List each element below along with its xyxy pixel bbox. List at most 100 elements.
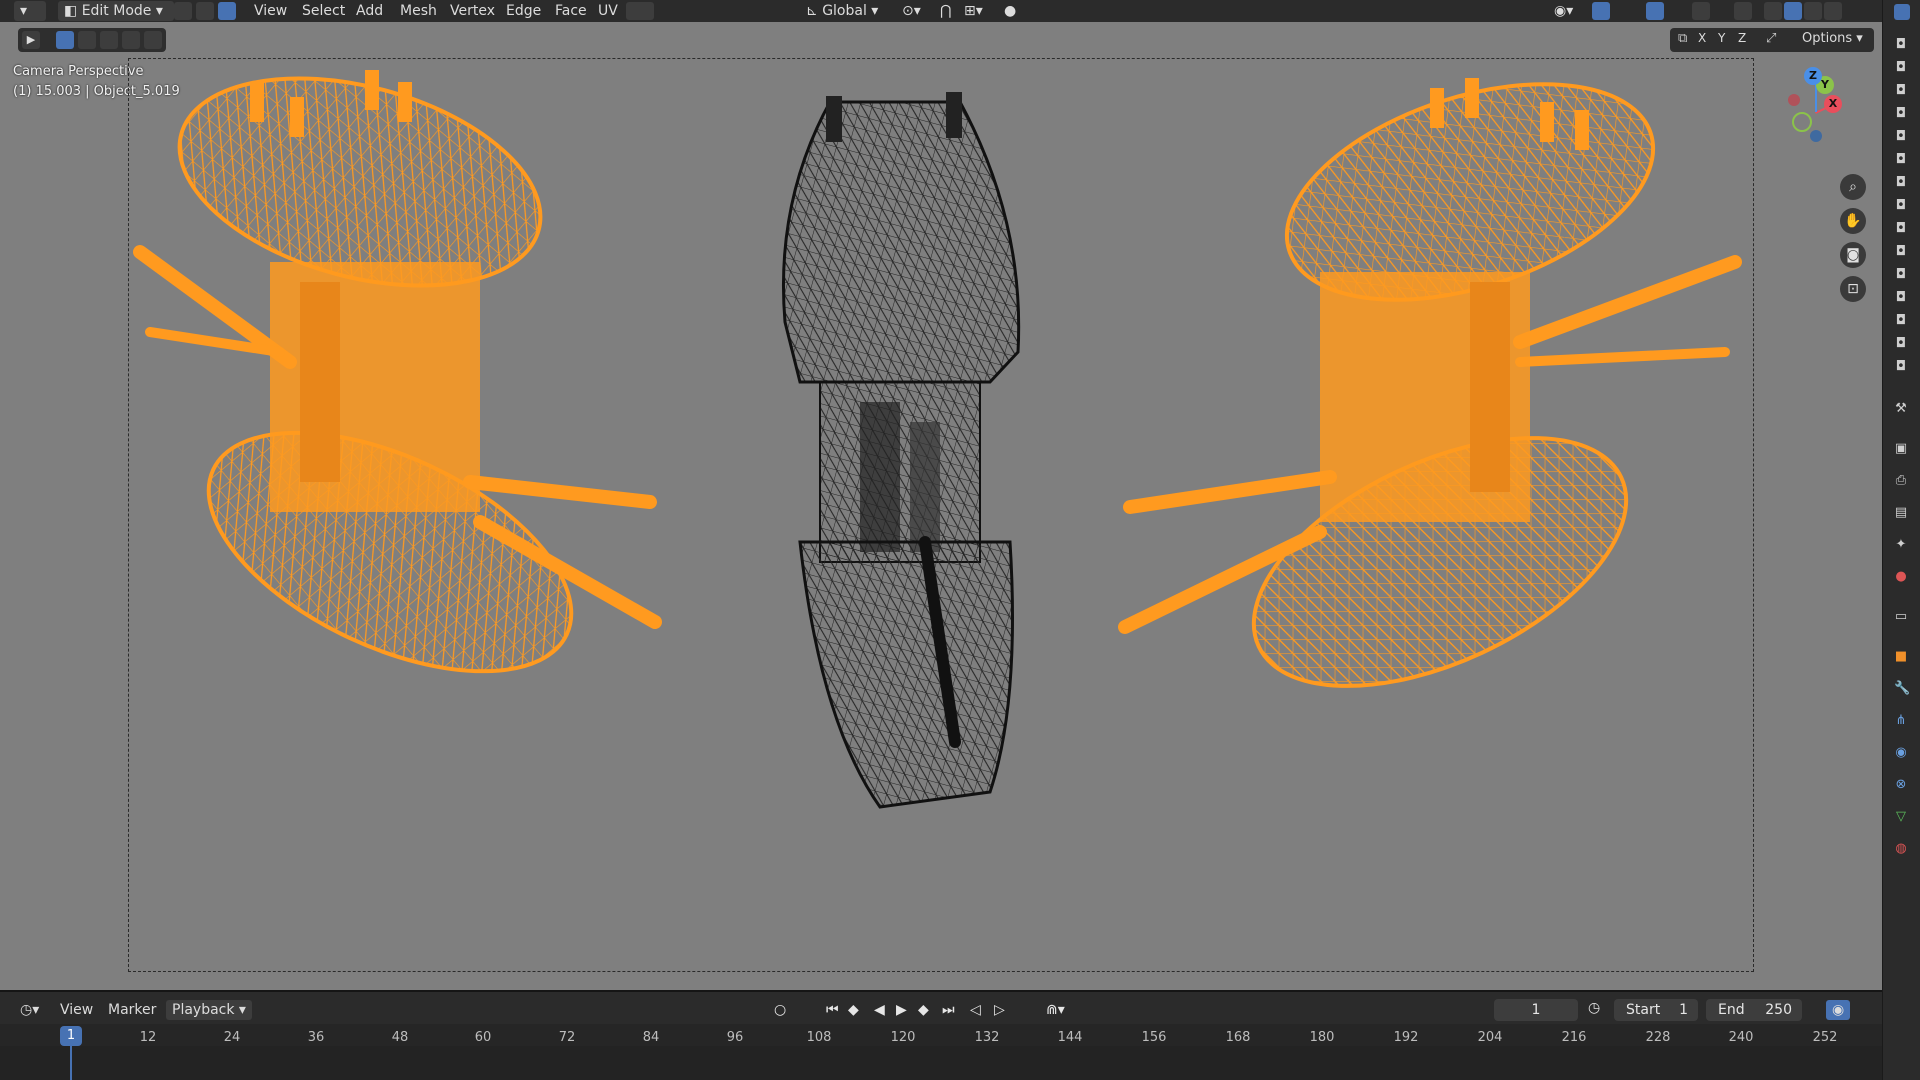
- shading-wireframe-icon[interactable]: [1764, 2, 1782, 20]
- shading-material-icon[interactable]: [1804, 2, 1822, 20]
- timeline-menu-view[interactable]: View: [54, 1000, 99, 1020]
- timeline-editor-icon[interactable]: ◷▾: [14, 1000, 45, 1020]
- zoom-icon[interactable]: ⌕: [1840, 174, 1866, 200]
- scene-properties-icon[interactable]: ✦: [1894, 538, 1908, 552]
- render-properties-icon[interactable]: ▣: [1894, 442, 1908, 456]
- start-frame-field[interactable]: Start 1: [1614, 999, 1698, 1021]
- jump-next-key-icon[interactable]: ◆: [918, 1002, 929, 1018]
- mode-select[interactable]: ◧ Edit Mode ▾: [58, 1, 174, 21]
- camera-item-icon[interactable]: ◘: [1894, 245, 1908, 259]
- editor-type-button[interactable]: ▾: [14, 1, 46, 21]
- pivot-point-icon[interactable]: ⊙▾: [896, 1, 927, 21]
- camera-item-icon[interactable]: ◘: [1894, 222, 1908, 236]
- clock-icon[interactable]: ◷: [1588, 1000, 1600, 1016]
- shading-rendered-icon[interactable]: [1824, 2, 1842, 20]
- unselected-object-center[interactable]: [782, 92, 1021, 809]
- mesh-edit-overlay-icon[interactable]: [1692, 2, 1710, 20]
- world-properties-icon[interactable]: ●: [1894, 570, 1908, 584]
- play-reverse-icon[interactable]: ◀: [874, 1002, 885, 1018]
- camera-item-icon[interactable]: ◘: [1894, 268, 1908, 282]
- menu-vertex[interactable]: Vertex: [444, 1, 501, 21]
- gizmo-neg-z[interactable]: [1810, 130, 1822, 142]
- gizmo-z-axis[interactable]: Z: [1804, 67, 1822, 85]
- vertex-select-icon[interactable]: [174, 2, 192, 20]
- end-value: 250: [1765, 1002, 1792, 1018]
- auto-key-icon[interactable]: ○: [774, 1002, 786, 1018]
- active-tab-icon[interactable]: [1894, 4, 1910, 20]
- camera-item-icon[interactable]: ◘: [1894, 107, 1908, 121]
- view-layer-icon[interactable]: ▤: [1894, 506, 1908, 520]
- particles-icon[interactable]: ⋔: [1894, 714, 1908, 728]
- menu-edge[interactable]: Edge: [500, 1, 547, 21]
- selected-object-right[interactable]: [1118, 43, 1742, 737]
- object-properties-icon[interactable]: ■: [1894, 650, 1908, 664]
- prev-keyframe-icon[interactable]: ◁: [970, 1002, 981, 1018]
- physics-icon[interactable]: ◉: [1894, 746, 1908, 760]
- menu-select[interactable]: Select: [296, 1, 351, 21]
- snap-icon[interactable]: ⋂: [934, 1, 957, 21]
- menu-view[interactable]: View: [248, 1, 293, 21]
- xray-toggle-icon[interactable]: [1734, 2, 1752, 20]
- 3d-viewport[interactable]: ▶ Camera Perspective (1) 15.003 | Object…: [0, 22, 1882, 990]
- jump-prev-key-icon[interactable]: ◆: [848, 1002, 859, 1018]
- camera-item-icon[interactable]: ◘: [1894, 314, 1908, 328]
- overlay-toggle-icon[interactable]: [1646, 2, 1664, 20]
- frame-tick: 72: [558, 1030, 576, 1045]
- mesh-data-icon[interactable]: ▽: [1894, 810, 1908, 824]
- modifier-properties-icon[interactable]: 🔧: [1894, 682, 1910, 696]
- camera-item-icon[interactable]: ◘: [1894, 84, 1908, 98]
- menu-mesh[interactable]: Mesh: [394, 1, 443, 21]
- snap-target-icon[interactable]: ⊞▾: [958, 1, 989, 21]
- menu-face[interactable]: Face: [549, 1, 593, 21]
- menu-add[interactable]: Add: [350, 1, 389, 21]
- play-icon[interactable]: ▶: [896, 1002, 907, 1018]
- gizmo-neg-x[interactable]: [1788, 94, 1800, 106]
- output-properties-icon[interactable]: ⎙: [1894, 474, 1908, 488]
- camera-item-icon[interactable]: ◘: [1894, 291, 1908, 305]
- selected-object-left[interactable]: [133, 42, 662, 720]
- playhead-indicator[interactable]: 1: [60, 1026, 82, 1046]
- proportional-edit-icon[interactable]: ●: [998, 1, 1022, 21]
- playhead-line[interactable]: [70, 1046, 72, 1080]
- transform-orientation[interactable]: ⊾ Global ▾: [800, 1, 884, 21]
- camera-item-icon[interactable]: ◘: [1894, 153, 1908, 167]
- gizmo-x-axis[interactable]: X: [1824, 95, 1842, 113]
- jump-end-icon[interactable]: ⏭: [942, 1002, 955, 1018]
- constraints-icon[interactable]: ⊗: [1894, 778, 1908, 792]
- material-properties-icon[interactable]: ◍: [1894, 842, 1908, 856]
- jump-start-icon[interactable]: ⏮: [826, 1002, 839, 1018]
- frame-tick: 60: [474, 1030, 492, 1045]
- edge-select-icon[interactable]: [196, 2, 214, 20]
- visibility-icon[interactable]: ◉▾: [1548, 1, 1579, 21]
- end-frame-field[interactable]: End 250: [1706, 999, 1802, 1021]
- frame-tick: 24: [223, 1030, 241, 1045]
- frame-ruler[interactable]: 12 24 36 48 60 72 84 96 108 120 132 144 …: [0, 1024, 1882, 1046]
- camera-item-icon[interactable]: ◘: [1894, 61, 1908, 75]
- shading-solid-icon[interactable]: [1784, 2, 1802, 20]
- gizmo-toggle-icon[interactable]: [1592, 2, 1610, 20]
- face-select-icon[interactable]: [218, 2, 236, 20]
- timeline-menu-playback[interactable]: Playback ▾: [166, 1000, 252, 1020]
- keying-set-icon[interactable]: ⋒▾: [1046, 1002, 1065, 1018]
- navigation-gizmo[interactable]: X Y Z: [1780, 67, 1850, 152]
- timeline-overlay-icon[interactable]: ◉: [1826, 1000, 1851, 1020]
- tool-properties-icon[interactable]: ⚒: [1894, 402, 1908, 416]
- camera-item-icon[interactable]: ◘: [1894, 337, 1908, 351]
- lock-icon[interactable]: ⊡: [1840, 276, 1866, 302]
- frame-tick: 144: [1057, 1030, 1083, 1045]
- gizmo-neg-y[interactable]: [1792, 112, 1812, 132]
- menu-uv[interactable]: UV: [592, 1, 624, 21]
- camera-item-icon[interactable]: ◘: [1894, 38, 1908, 52]
- timeline-area[interactable]: 12 24 36 48 60 72 84 96 108 120 132 144 …: [0, 1024, 1882, 1080]
- collection-properties-icon[interactable]: ▭: [1894, 610, 1908, 624]
- camera-item-icon[interactable]: ◘: [1894, 130, 1908, 144]
- camera-item-icon[interactable]: ◘: [1894, 176, 1908, 190]
- timeline-menu-marker[interactable]: Marker: [102, 1000, 162, 1020]
- hand-icon[interactable]: ✋: [1840, 208, 1866, 234]
- next-keyframe-icon[interactable]: ▷: [994, 1002, 1005, 1018]
- camera-icon[interactable]: ◙: [1840, 242, 1866, 268]
- camera-item-icon[interactable]: ◘: [1894, 360, 1908, 374]
- current-frame-field[interactable]: 1: [1494, 999, 1578, 1021]
- uv-sync-icon[interactable]: [626, 2, 654, 20]
- camera-item-icon[interactable]: ◘: [1894, 199, 1908, 213]
